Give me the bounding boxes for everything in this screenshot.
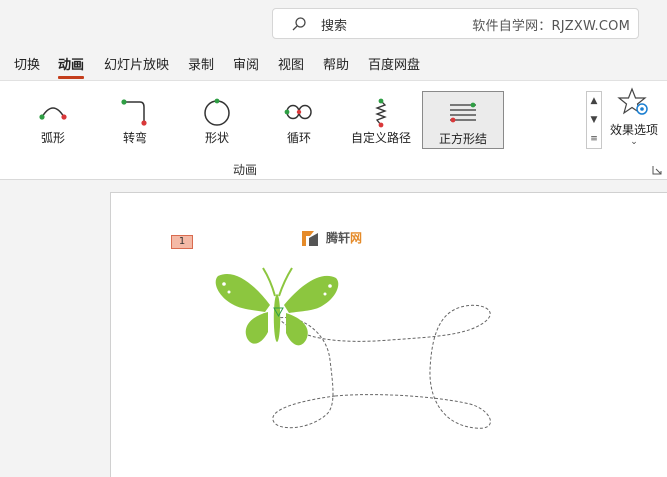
- square-knot-motion-path[interactable]: [272, 304, 491, 429]
- motion-path-overlay: [215, 267, 491, 429]
- butterfly-image[interactable]: [215, 267, 339, 346]
